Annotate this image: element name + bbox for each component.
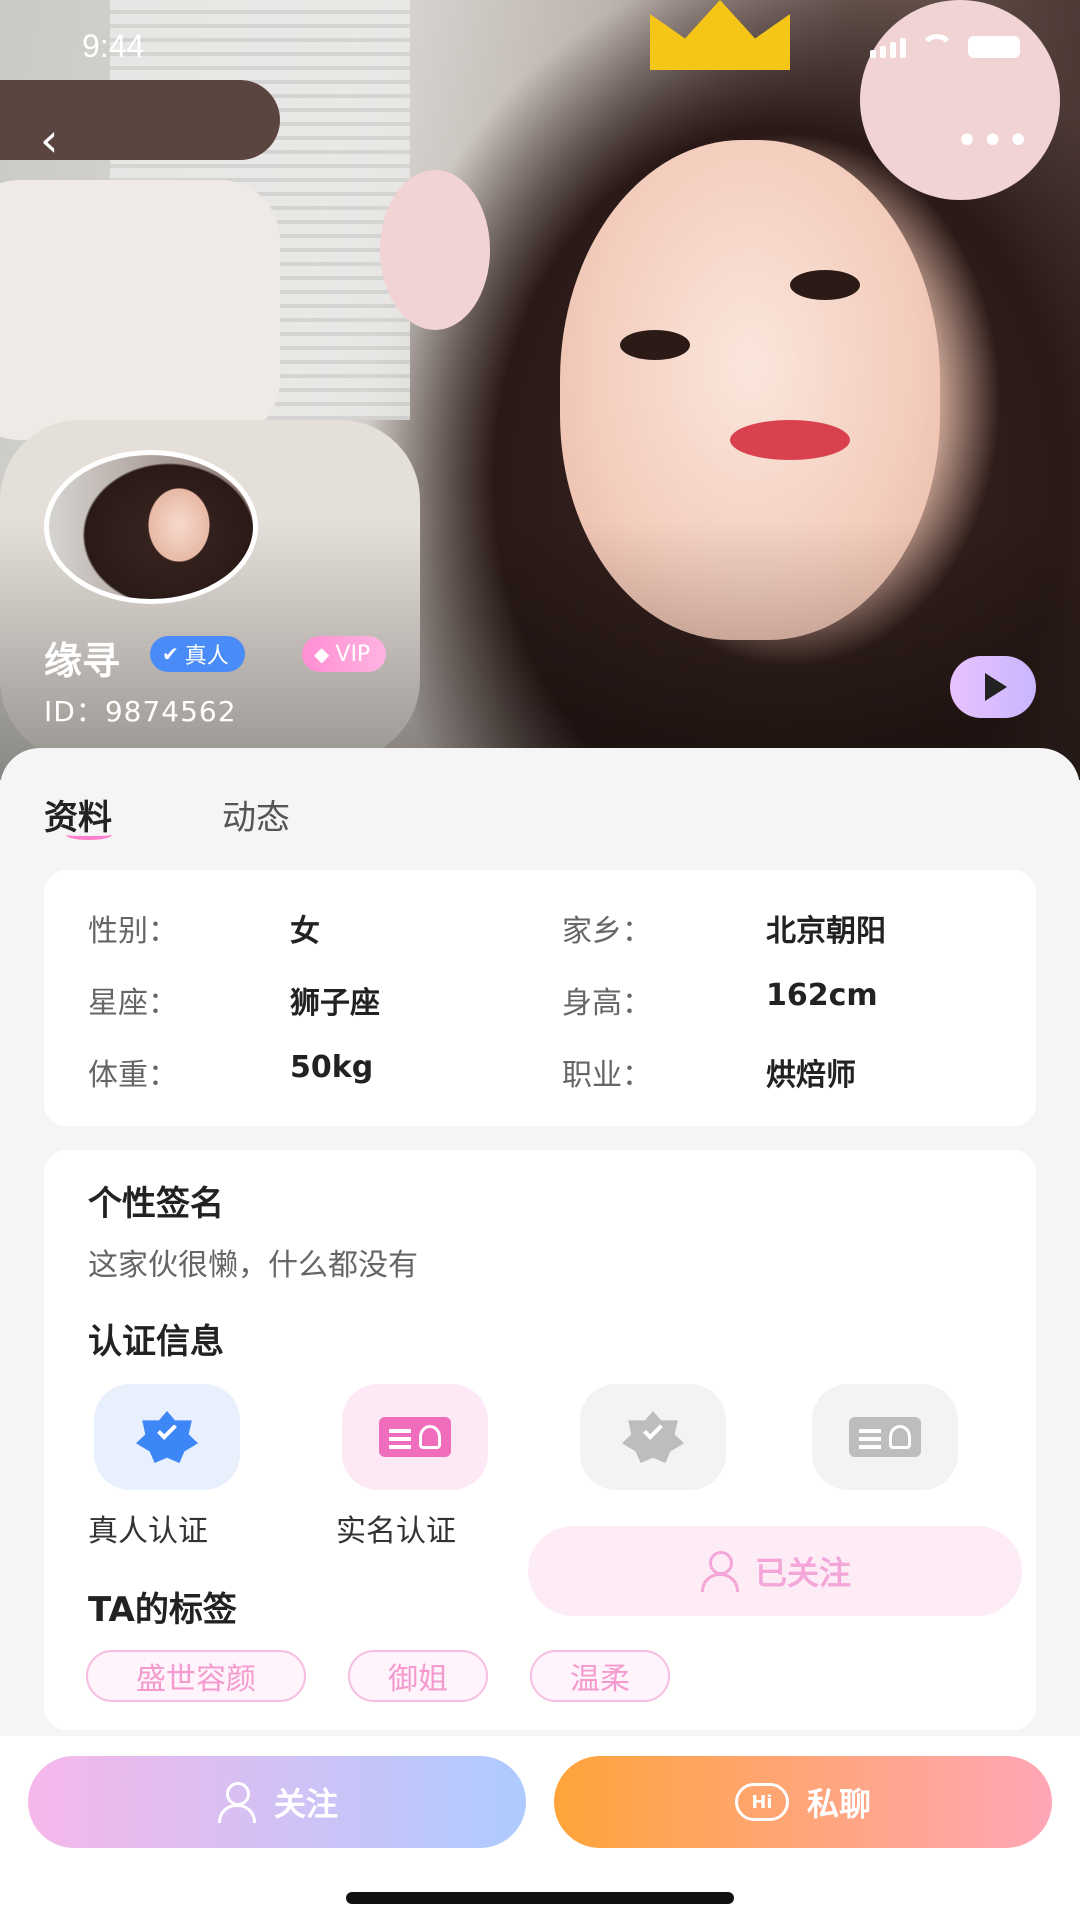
chat-label: 私聊 <box>806 1785 871 1823</box>
tab-moments[interactable]: 动态 <box>222 790 290 839</box>
tag-chip: 盛世容颜 <box>86 1650 306 1702</box>
avatar-image <box>44 450 258 604</box>
add-user-icon <box>216 1782 256 1823</box>
cert-real-person[interactable] <box>94 1384 240 1490</box>
tab-active-indicator <box>66 830 112 840</box>
play-icon <box>985 673 1007 701</box>
verified-shield-icon <box>136 1411 198 1463</box>
id-card-icon <box>849 1417 921 1457</box>
battery-icon <box>968 36 1020 58</box>
cert-locked-shield[interactable] <box>580 1384 726 1490</box>
occupation-label: 职业： <box>562 1058 652 1093</box>
height-label: 身高： <box>562 986 652 1021</box>
photo-eye <box>790 270 860 300</box>
verified-shield-icon: ✔ <box>162 642 179 666</box>
tags-title: TA的标签 <box>88 1590 237 1630</box>
diamond-icon: ◆ <box>314 642 330 666</box>
user-id: ID：9874562 <box>44 695 237 728</box>
back-arrow-icon[interactable]: ‹ <box>40 117 80 163</box>
weight-value: 50kg <box>290 1050 374 1085</box>
zodiac-label: 星座： <box>88 986 178 1021</box>
photo-hair-clip <box>860 0 1060 200</box>
private-chat-button[interactable]: Hi 私聊 <box>554 1756 1052 1848</box>
cert-real-name[interactable] <box>342 1384 488 1490</box>
hometown-value: 北京朝阳 <box>766 914 886 949</box>
real-person-badge: ✔ 真人 <box>150 636 245 672</box>
crown-sticker-icon <box>650 0 790 70</box>
more-options-icon[interactable]: ••• <box>955 118 1032 164</box>
avatar[interactable] <box>44 450 258 604</box>
tag-chip: 御姐 <box>348 1650 488 1702</box>
photo-sweater <box>0 180 280 440</box>
status-icons <box>870 34 1020 58</box>
followed-button[interactable]: 已关注 <box>528 1526 1022 1616</box>
profile-name: 缘寻 <box>44 639 121 683</box>
chat-bubble-hi-icon: Hi <box>734 1783 789 1821</box>
zodiac-value: 狮子座 <box>290 986 380 1021</box>
hometown-label: 家乡： <box>562 914 652 949</box>
weight-label: 体重： <box>88 1058 178 1093</box>
cert-real-name-label: 实名认证 <box>336 1514 456 1549</box>
height-value: 162cm <box>766 978 878 1013</box>
verified-shield-icon <box>622 1411 684 1463</box>
follow-button[interactable]: 关注 <box>28 1756 526 1848</box>
photo-hair-clip <box>380 170 490 330</box>
followed-label: 已关注 <box>754 1554 851 1592</box>
follow-label: 关注 <box>273 1785 338 1823</box>
signature-text: 这家伙很懒，什么都没有 <box>88 1248 418 1283</box>
occupation-value: 烘焙师 <box>766 1058 856 1093</box>
vip-badge-label: VIP <box>335 641 371 667</box>
user-check-icon <box>699 1551 739 1592</box>
basic-info-card <box>44 870 1036 1126</box>
profile-page: 9:44 ‹ ••• 缘寻 ✔ 真人 ◆ VIP ID：9874562 资料 动… <box>0 0 1080 1920</box>
signature-title: 个性签名 <box>88 1184 224 1224</box>
gender-label: 性别： <box>88 914 178 949</box>
signal-icon <box>870 38 906 58</box>
wifi-icon <box>920 34 954 58</box>
play-video-button[interactable] <box>950 656 1036 718</box>
id-card-icon <box>379 1417 451 1457</box>
status-time: 9:44 <box>82 28 145 64</box>
cert-real-person-label: 真人认证 <box>88 1514 208 1549</box>
photo-eye <box>620 330 690 360</box>
cert-locked-idcard[interactable] <box>812 1384 958 1490</box>
gender-value: 女 <box>290 914 320 949</box>
tag-chip: 温柔 <box>530 1650 670 1702</box>
real-badge-label: 真人 <box>184 644 229 669</box>
photo-lips <box>730 420 850 460</box>
certification-title: 认证信息 <box>88 1322 224 1362</box>
home-indicator <box>346 1892 734 1904</box>
vip-badge: ◆ VIP <box>302 636 387 672</box>
